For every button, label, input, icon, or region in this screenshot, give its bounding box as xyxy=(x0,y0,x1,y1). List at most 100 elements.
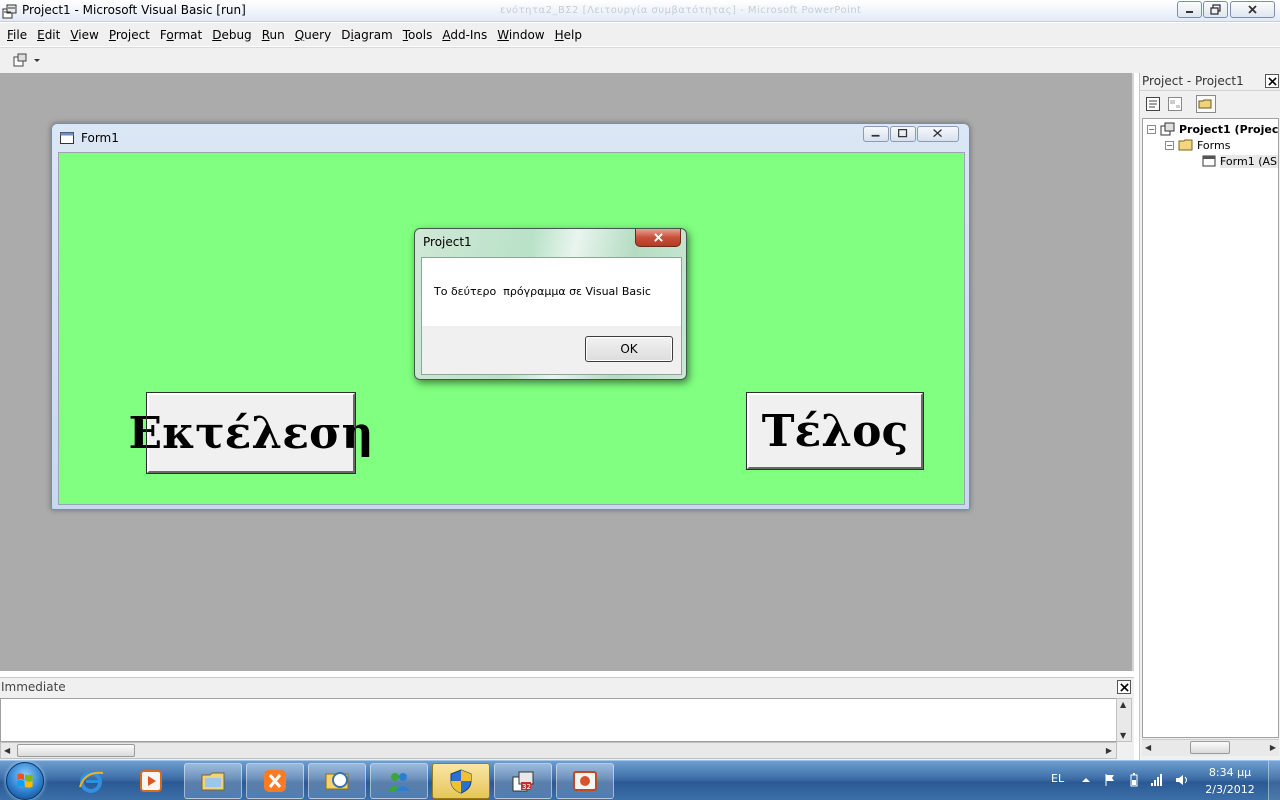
scroll-left-icon[interactable]: ◀ xyxy=(1145,743,1151,752)
scroll-left-icon[interactable]: ◀ xyxy=(4,746,10,755)
immediate-vertical-scrollbar[interactable]: ▲ ▼ xyxy=(1116,698,1132,742)
project-tree-horizontal-scrollbar[interactable]: ◀ ▶ xyxy=(1142,739,1279,756)
view-object-icon[interactable] xyxy=(1167,96,1183,112)
clock-time[interactable]: 8:34 μμ xyxy=(1200,766,1260,779)
taskbar-messenger[interactable] xyxy=(370,763,428,799)
menu-accelerator: Q xyxy=(294,27,305,42)
minimize-icon xyxy=(871,134,880,137)
tree-root-project[interactable]: − Project1 (Project1) xyxy=(1147,121,1279,137)
start-button[interactable] xyxy=(6,762,44,800)
scroll-up-icon[interactable]: ▲ xyxy=(1120,700,1126,709)
project-explorer-title-bar: Project - Project1 xyxy=(1140,73,1280,91)
menu-accelerator: W xyxy=(497,27,509,42)
vb-app-icon[interactable] xyxy=(2,3,18,19)
maximize-icon xyxy=(898,129,908,138)
restore-button[interactable] xyxy=(1203,1,1228,18)
immediate-close-button[interactable] xyxy=(1117,680,1131,694)
immediate-horizontal-scrollbar[interactable]: ◀ ▶ xyxy=(0,742,1117,759)
ghost-title: ενότητα2_ΒΣ2 [Λειτουργία συμβατότητας] -… xyxy=(500,5,862,16)
menu-window[interactable]: Window xyxy=(492,26,549,44)
project-explorer: Project - Project1 − Project1 (Project1)… xyxy=(1139,73,1280,760)
scroll-right-icon[interactable]: ▶ xyxy=(1270,743,1276,752)
scroll-thumb[interactable] xyxy=(17,744,135,757)
xampp-icon xyxy=(264,770,286,792)
form-maximize-button[interactable] xyxy=(890,126,916,142)
menu-addins[interactable]: Add-Ins xyxy=(437,26,492,44)
internet-explorer-icon xyxy=(79,771,104,793)
app-title-bar: Project1 - Microsoft Visual Basic [run] … xyxy=(0,0,1280,22)
messenger-icon xyxy=(388,773,410,791)
end-button[interactable]: Τέλος xyxy=(746,392,924,470)
taskbar-visual-basic[interactable]: 32 xyxy=(494,763,552,799)
menu-edit[interactable]: Edit xyxy=(32,26,65,44)
menu-format[interactable]: Format xyxy=(155,26,207,44)
ok-button[interactable]: OK xyxy=(585,336,673,362)
message-box-close-button[interactable] xyxy=(635,229,681,247)
folder-icon xyxy=(1178,139,1193,151)
show-desktop-button[interactable] xyxy=(1268,761,1280,800)
menu-view[interactable]: View xyxy=(65,26,103,44)
menu-label-rest: indow xyxy=(508,27,545,42)
standard-toolbar xyxy=(0,47,1280,73)
action-center-flag-icon[interactable] xyxy=(1103,773,1117,787)
dropdown-arrow-icon[interactable] xyxy=(32,52,42,68)
run-button[interactable]: Εκτέλεση xyxy=(129,392,373,474)
security-shield-icon xyxy=(450,769,472,794)
scroll-thumb[interactable] xyxy=(1190,741,1230,754)
form-close-button[interactable] xyxy=(917,126,959,142)
menu-file[interactable]: File xyxy=(2,26,32,44)
network-signal-icon[interactable] xyxy=(1150,773,1164,787)
project-explorer-title: Project - Project1 xyxy=(1142,74,1244,88)
battery-icon[interactable] xyxy=(1127,773,1141,787)
tree-folder-forms[interactable]: − Forms xyxy=(1165,137,1230,153)
scroll-down-icon[interactable]: ▼ xyxy=(1120,731,1126,740)
message-box: Project1 Το δεύτερο πρόγραμμα σε Visual … xyxy=(414,228,687,380)
menu-run[interactable]: Run xyxy=(257,26,290,44)
immediate-text-area[interactable] xyxy=(0,698,1117,742)
menu-label-rest: ools xyxy=(408,27,433,42)
close-icon xyxy=(1267,76,1277,86)
project-root-label: Project1 (Project1) xyxy=(1179,122,1279,136)
menu-label-rest: agram xyxy=(353,27,393,42)
menu-debug[interactable]: Debug xyxy=(207,26,256,44)
message-area: Το δεύτερο πρόγραμμα σε Visual Basic xyxy=(422,258,681,326)
taskbar-xampp[interactable] xyxy=(246,763,304,799)
menu-label-rest: iew xyxy=(78,27,99,42)
menu-label-rest: ile xyxy=(13,27,28,42)
taskbar-outlook[interactable] xyxy=(308,763,366,799)
taskbar-powerpoint[interactable] xyxy=(556,763,614,799)
menu-label-rest: uery xyxy=(304,27,332,42)
forms-folder-label: Forms xyxy=(1197,138,1231,152)
taskbar-media-player[interactable] xyxy=(122,763,180,799)
form-icon xyxy=(60,132,74,144)
toggle-folders-icon[interactable] xyxy=(1196,95,1216,113)
add-project-icon[interactable] xyxy=(12,52,28,68)
menu-accelerator: E xyxy=(37,27,45,42)
tree-item-form1[interactable]: Form1 (ASKISI2.frm) xyxy=(1201,153,1278,169)
close-button[interactable] xyxy=(1230,1,1275,18)
taskbar-internet-explorer[interactable] xyxy=(62,763,120,799)
language-indicator[interactable]: EL xyxy=(1051,772,1064,785)
taskbar: 32 EL 8:34 μμ 2/3/2012 xyxy=(0,760,1280,800)
project-explorer-close-button[interactable] xyxy=(1265,74,1279,88)
taskbar-explorer[interactable] xyxy=(184,763,242,799)
menu-project[interactable]: Project xyxy=(104,26,155,44)
form-minimize-button[interactable] xyxy=(863,126,889,142)
show-hidden-icons-icon[interactable] xyxy=(1081,773,1091,787)
menu-help[interactable]: Help xyxy=(550,26,587,44)
collapse-icon[interactable]: − xyxy=(1147,124,1156,134)
message-box-body: Το δεύτερο πρόγραμμα σε Visual Basic OK xyxy=(421,257,682,375)
minimize-button[interactable] xyxy=(1177,1,1202,18)
volume-icon[interactable] xyxy=(1175,773,1189,787)
menu-tools[interactable]: Tools xyxy=(398,26,438,44)
collapse-icon[interactable]: − xyxy=(1165,140,1174,150)
minimize-icon xyxy=(1186,11,1193,13)
clock-date[interactable]: 2/3/2012 xyxy=(1200,783,1260,796)
menu-diagram[interactable]: Diagram xyxy=(336,26,398,44)
scroll-right-icon[interactable]: ▶ xyxy=(1106,746,1112,755)
menu-query[interactable]: Query xyxy=(290,26,336,44)
taskbar-security[interactable] xyxy=(432,763,490,799)
immediate-window: Immediate ▲ ▼ ◀ ▶ xyxy=(0,677,1134,760)
menu-label-rest: dit xyxy=(44,27,61,42)
view-code-icon[interactable] xyxy=(1145,96,1161,112)
